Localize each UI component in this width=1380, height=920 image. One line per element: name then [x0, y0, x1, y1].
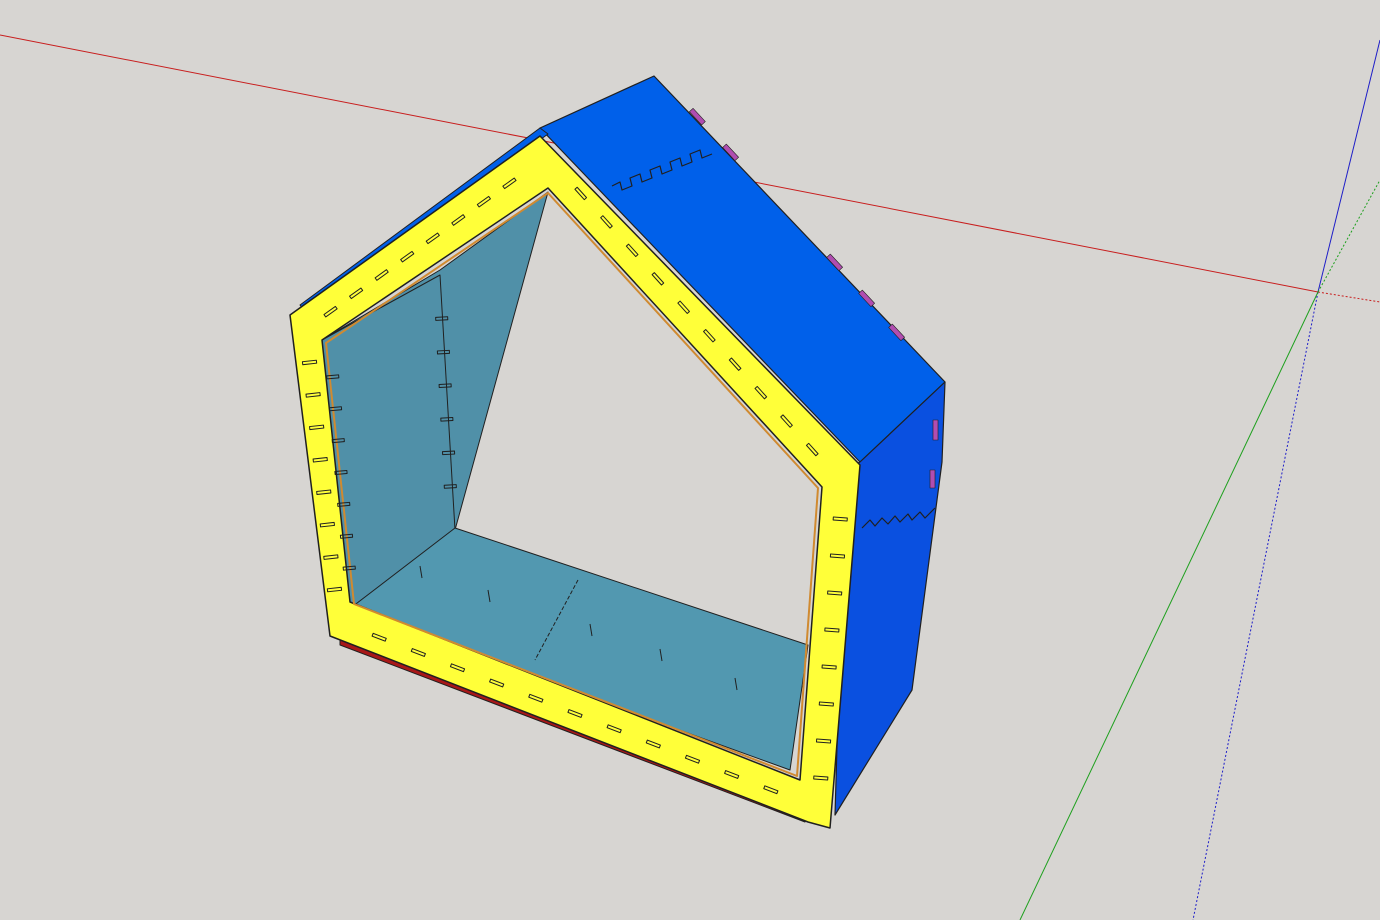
- sketchup-viewport[interactable]: [0, 0, 1380, 920]
- 3d-scene[interactable]: [0, 0, 1380, 920]
